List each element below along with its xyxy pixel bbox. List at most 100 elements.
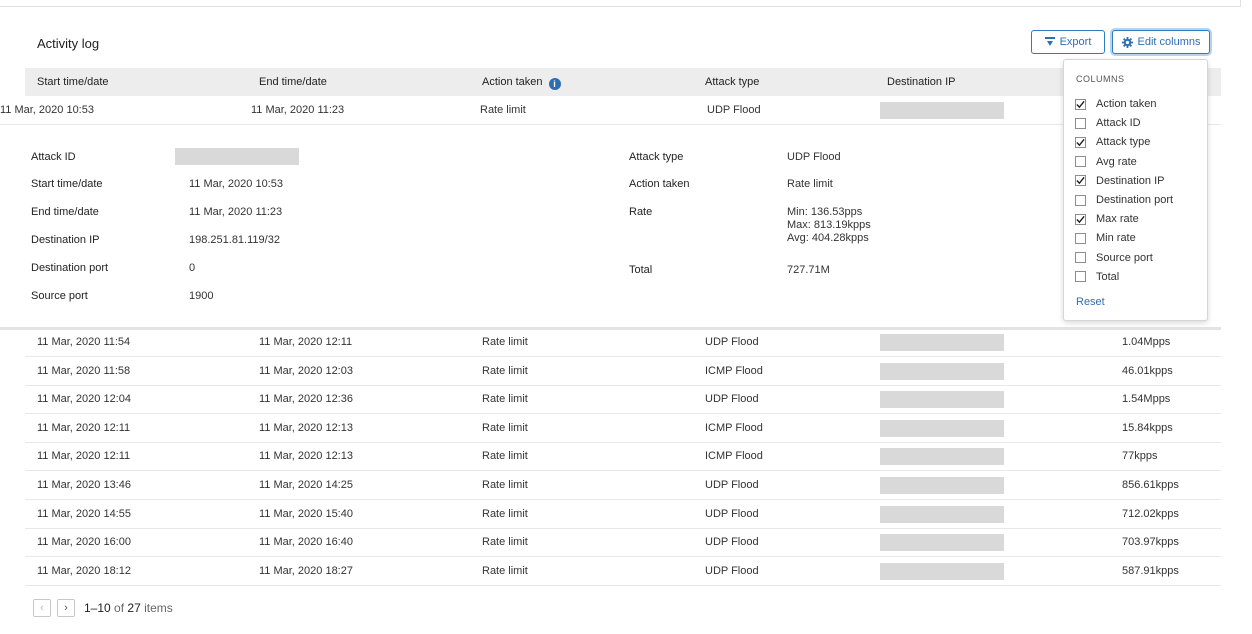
cell-end: 11 Mar, 2020 12:13 (259, 450, 353, 463)
column-option[interactable]: Total (1075, 268, 1119, 286)
checkbox-checked-icon[interactable] (1075, 175, 1086, 187)
table-row[interactable]: 11 Mar, 2020 13:46 11 Mar, 2020 14:25 Rate… (25, 471, 1221, 500)
detail-label: Start time/date (31, 178, 103, 190)
cell-action: Rate limit (482, 507, 528, 520)
table-row[interactable]: 11 Mar, 2020 16:00 11 Mar, 2020 16:40 Rate… (25, 528, 1221, 558)
detail-label: Destination port (31, 262, 109, 274)
panel-top-border (0, 0, 1241, 7)
detail-label: Destination IP (31, 234, 100, 246)
info-icon[interactable]: i (548, 78, 561, 90)
cell-attack: ICMP Flood (705, 450, 763, 463)
columns-heading: COLUMNS (1076, 74, 1125, 84)
header-action-taken[interactable]: Action taken i (482, 68, 561, 96)
cell-end: 11 Mar, 2020 12:36 (259, 393, 353, 406)
download-icon (1044, 37, 1055, 47)
panel-title: Activity log (37, 36, 100, 51)
table-row[interactable]: 11 Mar, 2020 12:11 11 Mar, 2020 12:13 Rate… (25, 414, 1221, 443)
detail-label: Source port (31, 290, 88, 302)
rate-max: Max: 813.19kpps (787, 219, 871, 231)
cell-start: 11 Mar, 2020 14:55 (37, 507, 131, 520)
detail-value: Rate limit (787, 178, 833, 190)
edit-columns-button[interactable]: Edit columns (1112, 30, 1210, 54)
table-row[interactable]: 11 Mar, 2020 18:12 11 Mar, 2020 18:27 Rate… (25, 557, 1221, 586)
rate-avg: Avg: 404.28kpps (787, 232, 869, 244)
column-option[interactable]: Attack type (1075, 133, 1150, 151)
cell-attack: ICMP Flood (705, 364, 763, 377)
columns-dropdown: COLUMNS Action taken Attack ID Attack type… (1063, 59, 1208, 321)
column-option[interactable]: Action taken (1075, 95, 1157, 113)
cell-rate: 46.01kpps (1122, 364, 1173, 377)
rate-min: Min: 136.53pps (787, 206, 863, 218)
cell-action: Rate limit (480, 104, 526, 116)
column-option-label: Attack type (1096, 136, 1151, 149)
column-option-label: Avg rate (1096, 155, 1137, 168)
table-row[interactable]: 11 Mar, 2020 11:54 11 Mar, 2020 12:11 Rate… (25, 328, 1221, 357)
pagination-of: of (114, 601, 125, 615)
cell-start: 11 Mar, 2020 10:53 (0, 104, 94, 116)
table-row[interactable]: 11 Mar, 2020 14:55 11 Mar, 2020 15:40 Rate… (25, 500, 1221, 529)
checkbox-checked-icon[interactable] (1075, 98, 1086, 110)
column-option[interactable]: Avg rate (1075, 153, 1137, 171)
column-option[interactable]: Max rate (1075, 210, 1139, 228)
checkbox-checked-icon[interactable] (1075, 136, 1086, 148)
cell-action: Rate limit (482, 364, 528, 377)
next-page-button[interactable]: › (57, 599, 75, 617)
pagination-unit: items (144, 601, 173, 615)
cell-rate: 856.61kpps (1122, 479, 1179, 491)
cell-end: 11 Mar, 2020 11:23 (251, 104, 345, 116)
column-option[interactable]: Min rate (1075, 229, 1136, 247)
table-row-expanded[interactable]: 11 Mar, 2020 10:53 11 Mar, 2020 11:23 Ra… (0, 96, 1221, 125)
cell-action: Rate limit (482, 450, 528, 463)
header-start-time[interactable]: Start time/date (37, 68, 109, 96)
redacted-destination-ip (880, 334, 1004, 351)
checkbox-icon[interactable] (1075, 271, 1086, 283)
checkbox-checked-icon[interactable] (1075, 213, 1086, 225)
header-destination-ip[interactable]: Destination IP (887, 68, 955, 96)
redacted-destination-ip (880, 448, 1004, 466)
checkbox-icon[interactable] (1075, 252, 1086, 264)
cell-rate: 587.91kpps (1122, 564, 1179, 577)
column-option[interactable]: Attack ID (1075, 114, 1141, 132)
header-end-time[interactable]: End time/date (259, 68, 327, 96)
redacted-destination-ip (880, 562, 1004, 580)
pagination: ‹ › 1–10 of 27 items (33, 599, 173, 617)
cell-end: 11 Mar, 2020 12:11 (259, 336, 353, 348)
column-option-label: Min rate (1096, 232, 1136, 245)
detail-value: 727.71M (787, 264, 830, 276)
table-row[interactable]: 11 Mar, 2020 12:04 11 Mar, 2020 12:36 Rate… (25, 385, 1221, 415)
cell-start: 11 Mar, 2020 18:12 (37, 564, 131, 577)
column-option-label: Max rate (1096, 213, 1139, 226)
column-option[interactable]: Destination IP (1075, 172, 1164, 190)
cell-start: 11 Mar, 2020 12:04 (37, 393, 131, 406)
cell-action: Rate limit (482, 564, 528, 577)
cell-end: 11 Mar, 2020 12:13 (259, 421, 353, 434)
table-header: Start time/date End time/date Action tak… (25, 68, 1221, 96)
edit-columns-label: Edit columns (1137, 36, 1201, 48)
checkbox-icon[interactable] (1075, 194, 1086, 206)
detail-value: 0 (189, 262, 196, 274)
header-attack-type[interactable]: Attack type (705, 68, 759, 96)
table-row[interactable]: 11 Mar, 2020 11:58 11 Mar, 2020 12:03 Rate… (25, 357, 1221, 386)
table-row[interactable]: 11 Mar, 2020 12:11 11 Mar, 2020 12:13 Rate… (25, 442, 1221, 472)
cell-rate: 712.02kpps (1122, 507, 1179, 520)
column-option-label: Source port (1096, 251, 1153, 264)
detail-label: Attack type (629, 151, 684, 163)
cell-end: 11 Mar, 2020 16:40 (259, 536, 353, 549)
export-button[interactable]: Export (1031, 30, 1105, 54)
pagination-range: 1–10 (84, 601, 111, 615)
column-option[interactable]: Source port (1075, 249, 1153, 267)
reset-link[interactable]: Reset (1076, 296, 1105, 308)
prev-page-button[interactable]: ‹ (33, 599, 51, 617)
detail-value: 198.251.81.119/32 (189, 234, 280, 246)
cell-attack: UDP Flood (705, 336, 759, 348)
column-option[interactable]: Destination port (1075, 191, 1173, 209)
redacted-destination-ip (880, 391, 1004, 409)
cell-rate: 1.04Mpps (1122, 336, 1171, 348)
checkbox-icon[interactable] (1075, 156, 1086, 168)
checkbox-icon[interactable] (1075, 232, 1086, 244)
pagination-summary: 1–10 of 27 items (84, 601, 173, 615)
checkbox-icon[interactable] (1075, 117, 1086, 129)
redacted-attack-id (175, 148, 299, 165)
cell-action: Rate limit (482, 336, 528, 348)
cell-rate: 703.97kpps (1122, 536, 1179, 549)
